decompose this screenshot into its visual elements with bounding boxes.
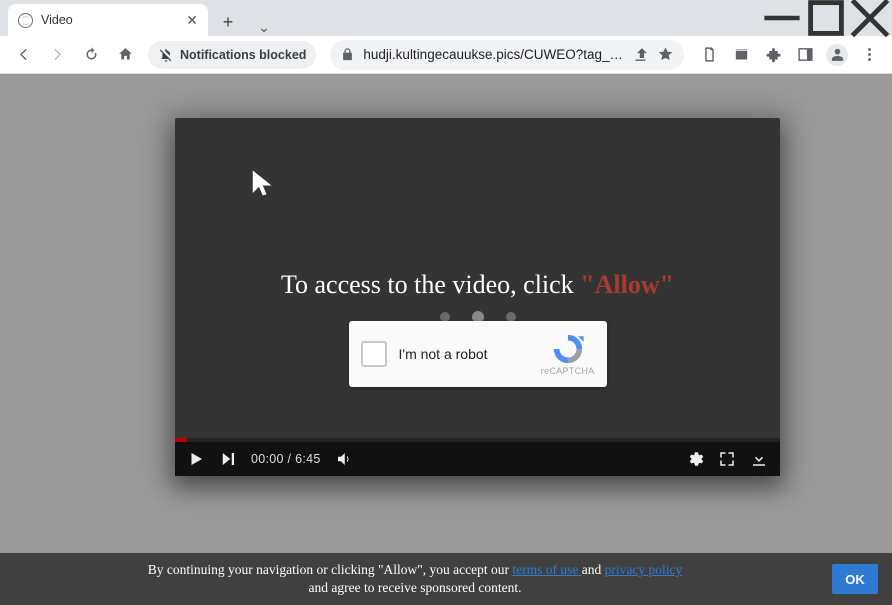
fullscreen-button[interactable] bbox=[718, 450, 736, 468]
recaptcha-checkbox[interactable] bbox=[361, 341, 387, 367]
tabs-overflow-icon[interactable]: ⌄ bbox=[242, 15, 286, 36]
cursor-icon bbox=[249, 168, 279, 198]
next-button[interactable] bbox=[219, 450, 237, 468]
downloads-icon[interactable] bbox=[726, 40, 756, 70]
profile-avatar[interactable] bbox=[822, 40, 852, 70]
maximize-button[interactable] bbox=[804, 2, 848, 34]
browser-toolbar: Notifications blocked hudji.kultingecauu… bbox=[0, 36, 892, 74]
forward-button[interactable] bbox=[42, 40, 72, 70]
volume-button[interactable] bbox=[335, 450, 353, 468]
install-app-icon[interactable] bbox=[694, 40, 724, 70]
close-window-button[interactable] bbox=[848, 2, 892, 34]
toolbar-right-icons bbox=[694, 40, 884, 70]
notifications-blocked-label: Notifications blocked bbox=[180, 48, 306, 62]
window-titlebar: Video ✕ + ⌄ bbox=[0, 0, 892, 36]
player-controls: 00:00 / 6:45 bbox=[175, 442, 780, 476]
video-player: To access to the video, click "Allow" I'… bbox=[175, 118, 780, 476]
terms-of-use-link[interactable]: terms of use bbox=[512, 562, 581, 577]
play-button[interactable] bbox=[187, 450, 205, 468]
overlay-headline: To access to the video, click "Allow" bbox=[175, 270, 780, 300]
kebab-menu-icon[interactable] bbox=[854, 40, 884, 70]
headline-allow: "Allow" bbox=[580, 270, 674, 299]
url-text: hudji.kultingecauukse.pics/CUWEO?tag_id=… bbox=[363, 47, 624, 62]
sidepanel-icon[interactable] bbox=[790, 40, 820, 70]
page-viewport: To access to the video, click "Allow" I'… bbox=[0, 74, 892, 605]
back-button[interactable] bbox=[8, 40, 38, 70]
extensions-icon[interactable] bbox=[758, 40, 788, 70]
notifications-blocked-chip[interactable]: Notifications blocked bbox=[148, 41, 316, 69]
lock-icon bbox=[340, 47, 355, 62]
minimize-button[interactable] bbox=[760, 2, 804, 34]
recaptcha-widget[interactable]: I'm not a robot reCAPTCHA bbox=[349, 321, 607, 387]
download-button[interactable] bbox=[750, 450, 768, 468]
headline-text: To access to the video, click bbox=[281, 270, 580, 299]
consent-pre: By continuing your navigation or clickin… bbox=[148, 562, 513, 577]
globe-icon bbox=[18, 13, 33, 28]
privacy-policy-link[interactable]: privacy policy bbox=[605, 562, 683, 577]
address-bar[interactable]: hudji.kultingecauukse.pics/CUWEO?tag_id=… bbox=[330, 40, 684, 70]
video-stage[interactable]: To access to the video, click "Allow" I'… bbox=[175, 118, 780, 476]
consent-mid: and bbox=[582, 562, 605, 577]
reload-button[interactable] bbox=[76, 40, 106, 70]
home-button[interactable] bbox=[110, 40, 140, 70]
consent-ok-label: OK bbox=[845, 572, 865, 587]
consent-text: By continuing your navigation or clickin… bbox=[14, 561, 816, 597]
recaptcha-caption: reCAPTCHA bbox=[541, 366, 595, 376]
consent-line2: and agree to receive sponsored content. bbox=[309, 580, 522, 595]
playback-time: 00:00 / 6:45 bbox=[251, 452, 321, 466]
recaptcha-icon bbox=[551, 332, 585, 366]
consent-ok-button[interactable]: OK bbox=[832, 564, 878, 594]
share-icon[interactable] bbox=[632, 46, 649, 63]
new-tab-button[interactable]: + bbox=[214, 8, 242, 36]
recaptcha-label: I'm not a robot bbox=[399, 346, 488, 362]
browser-tab[interactable]: Video ✕ bbox=[8, 4, 208, 36]
recaptcha-badge: reCAPTCHA bbox=[541, 332, 595, 376]
settings-gear-icon[interactable] bbox=[686, 450, 704, 468]
bookmark-star-icon[interactable] bbox=[657, 46, 674, 63]
consent-bar: By continuing your navigation or clickin… bbox=[0, 553, 892, 605]
tab-title: Video bbox=[41, 13, 73, 27]
close-tab-icon[interactable]: ✕ bbox=[186, 12, 198, 29]
window-controls bbox=[760, 0, 892, 36]
